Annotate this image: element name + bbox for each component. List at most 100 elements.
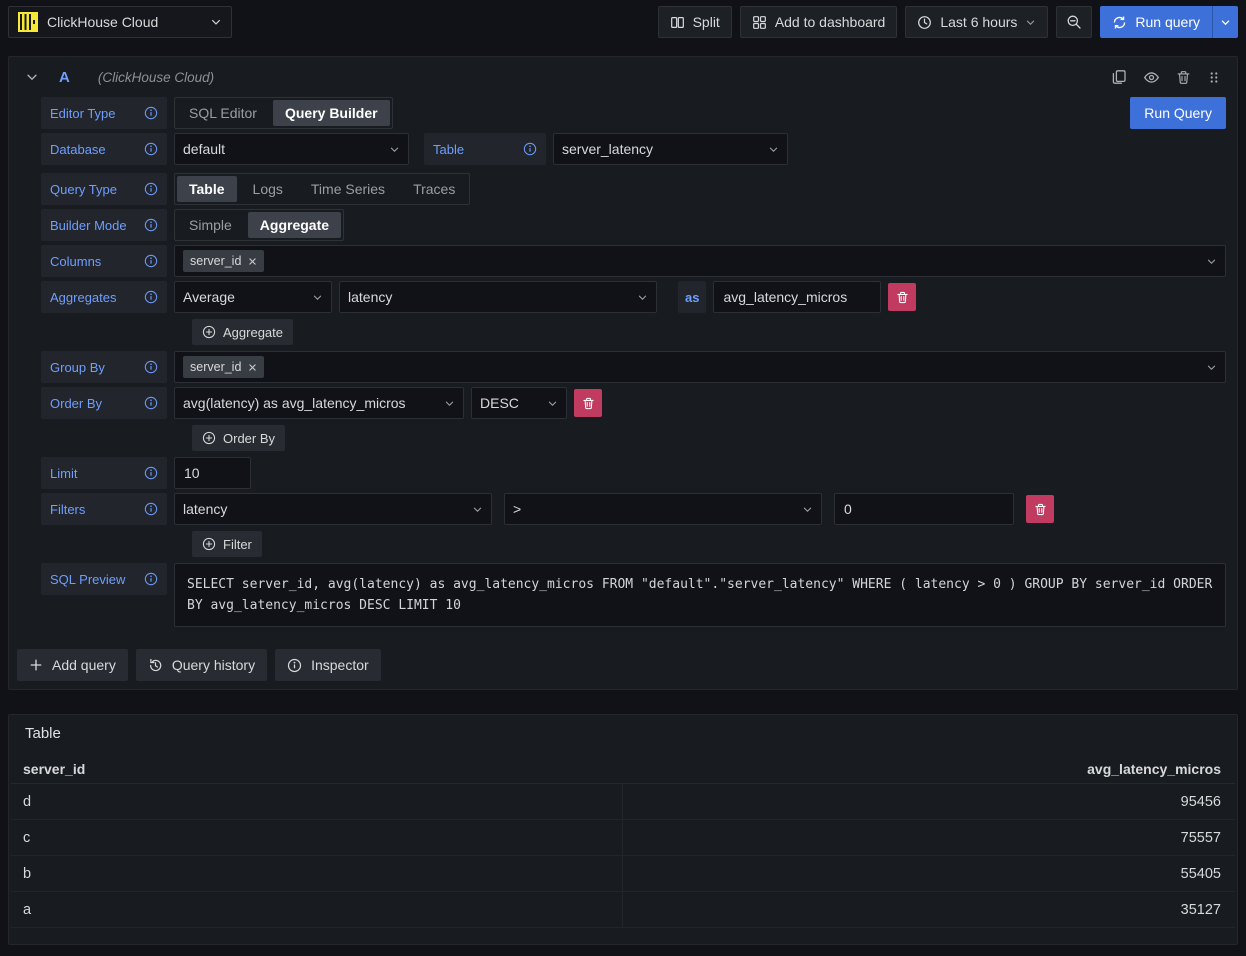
order-by-field-select[interactable]: avg(latency) as avg_latency_micros [174,387,464,419]
explore-toolbar: ClickHouse Cloud Split Add to dashboard … [0,0,1246,44]
info-icon[interactable] [144,182,158,196]
aggregate-alias-input[interactable] [713,281,881,313]
aggregate-function-select[interactable]: Average [174,281,332,313]
table-row: d 95456 [11,784,1235,820]
aggregates-label-box: Aggregates [41,281,167,313]
query-type-option-table[interactable]: Table [177,176,237,202]
remove-chip-icon[interactable] [248,257,257,266]
datasource-picker[interactable]: ClickHouse Cloud [8,6,232,38]
columns-chip-server-id: server_id [183,250,264,272]
query-builder-body: Editor Type SQL Editor Query Builder Run… [9,97,1237,635]
order-by-direction-select[interactable]: DESC [471,387,567,419]
remove-order-by-button[interactable] [574,389,602,417]
add-query-label: Add query [52,657,116,673]
add-order-by-button[interactable]: Order By [192,425,285,451]
column-header-avg-latency-micros[interactable]: avg_latency_micros [622,754,1235,783]
info-icon[interactable] [144,502,158,516]
table-select[interactable]: server_latency [553,133,788,165]
zoom-out-icon [1066,14,1082,30]
limit-input[interactable] [174,457,251,489]
toggle-visibility-eye-icon[interactable] [1143,69,1160,86]
filters-label: Filters [50,502,85,517]
panel-run-query-button[interactable]: Run Query [1130,97,1226,129]
chevron-down-icon [1220,17,1231,28]
info-icon[interactable] [144,254,158,268]
add-order-by-row: Order By [41,425,1226,451]
query-type-option-traces[interactable]: Traces [399,174,469,204]
chevron-down-icon [1206,362,1217,373]
remove-filter-button[interactable] [1026,495,1054,523]
plus-circle-icon [202,325,216,339]
cell-server-id: b [11,856,622,891]
group-by-label: Group By [50,360,105,375]
query-history-button[interactable]: Query history [136,649,267,681]
info-icon[interactable] [144,466,158,480]
zoom-out-button[interactable] [1056,6,1092,38]
info-icon[interactable] [144,572,158,586]
filter-value-input[interactable] [834,493,1014,525]
query-type-option-time-series[interactable]: Time Series [297,174,399,204]
query-type-option-logs[interactable]: Logs [239,174,297,204]
table-value: server_latency [562,141,653,157]
run-query-button[interactable]: Run query [1100,6,1212,38]
database-label: Database [50,142,106,157]
add-to-dashboard-button[interactable]: Add to dashboard [740,6,898,38]
column-header-server-id[interactable]: server_id [11,754,622,783]
toolbar-actions: Split Add to dashboard Last 6 hours Run … [658,6,1238,38]
drag-handle-icon[interactable] [1207,70,1221,85]
database-select[interactable]: default [174,133,409,165]
aggregate-function-value: Average [183,289,235,305]
filter-operator-value: > [513,501,521,517]
add-aggregate-button[interactable]: Aggregate [192,319,293,345]
info-icon[interactable] [144,290,158,304]
duplicate-query-icon[interactable] [1111,69,1127,85]
plus-circle-icon [202,537,216,551]
info-icon[interactable] [144,396,158,410]
columns-label: Columns [50,254,101,269]
run-query-dropdown-toggle[interactable] [1212,6,1238,38]
remove-chip-icon[interactable] [248,363,257,372]
editor-type-option-query-builder[interactable]: Query Builder [273,100,390,126]
query-type-label: Query Type [50,182,117,197]
aggregates-label: Aggregates [50,290,117,305]
cell-server-id: d [11,784,622,819]
info-icon[interactable] [144,142,158,156]
query-ref-id: A [59,69,70,86]
sql-preview-row: SQL Preview SELECT server_id, avg(latenc… [41,563,1226,627]
filter-column-select[interactable]: latency [174,493,492,525]
chevron-down-icon [389,144,400,155]
split-button[interactable]: Split [658,6,732,38]
aggregate-column-select[interactable]: latency [339,281,657,313]
add-aggregate-row: Aggregate [41,319,1226,345]
order-by-row: Order By avg(latency) as avg_latency_mic… [41,387,1226,419]
sql-preview-label: SQL Preview [50,572,125,587]
group-by-multiselect[interactable]: server_id [174,351,1226,383]
query-type-label-box: Query Type [41,173,167,205]
info-icon[interactable] [144,360,158,374]
sync-icon [1112,15,1127,30]
plus-icon [29,658,43,672]
query-row-header[interactable]: A (ClickHouse Cloud) [9,57,1237,97]
remove-query-trash-icon[interactable] [1176,70,1191,85]
info-icon[interactable] [523,142,537,156]
builder-mode-option-aggregate[interactable]: Aggregate [248,212,341,238]
inspector-button[interactable]: Inspector [275,649,381,681]
info-icon[interactable] [144,106,158,120]
split-label: Split [693,14,720,30]
builder-mode-option-simple[interactable]: Simple [175,210,246,240]
editor-type-row: Editor Type SQL Editor Query Builder Run… [41,97,1226,129]
chevron-down-icon [637,292,648,303]
time-range-picker[interactable]: Last 6 hours [905,6,1048,38]
filter-operator-select[interactable]: > [504,493,822,525]
collapse-chevron-icon[interactable] [25,70,39,84]
remove-aggregate-button[interactable] [888,283,916,311]
editor-type-option-sql-editor[interactable]: SQL Editor [175,98,271,128]
trash-icon [896,291,909,304]
add-filter-button[interactable]: Filter [192,531,262,557]
columns-multiselect[interactable]: server_id [174,245,1226,277]
info-icon[interactable] [144,218,158,232]
trash-icon [1034,503,1047,516]
add-query-button[interactable]: Add query [17,649,128,681]
add-to-dashboard-label: Add to dashboard [775,14,886,30]
query-editor-footer: Add query Query history Inspector [9,635,1237,689]
